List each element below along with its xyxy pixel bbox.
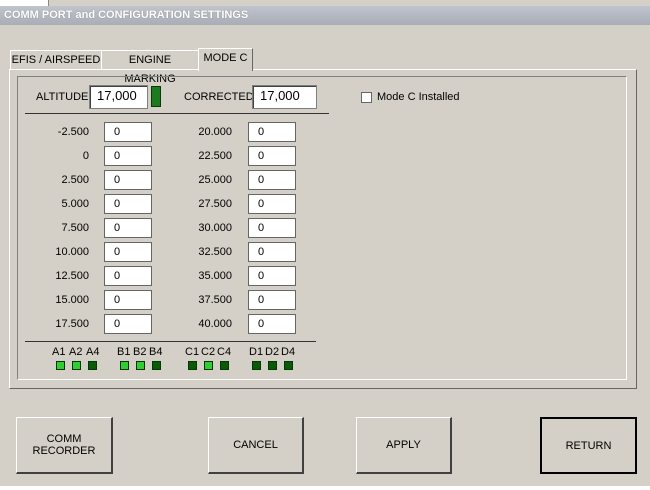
bit-led [88, 361, 97, 370]
bit-label: B2 [133, 346, 147, 358]
altitude-offset-input[interactable]: 0 [248, 170, 296, 190]
divider-top [25, 113, 329, 114]
mode-c-installed-label: Mode C Installed [377, 91, 460, 103]
altitude-offset-input[interactable]: 0 [248, 290, 296, 310]
window-title: COMM PORT and CONFIGURATION SETTINGS [4, 9, 249, 21]
row-label: 37.500 [198, 294, 232, 306]
tab-mode-c[interactable]: MODE C [198, 48, 253, 71]
bit-label: A4 [86, 346, 100, 358]
bit-led [220, 361, 229, 370]
row-label: 35.000 [198, 270, 232, 282]
altitude-offset-input[interactable]: 0 [248, 242, 296, 262]
bit-led [268, 361, 277, 370]
bit-label: A1 [52, 346, 66, 358]
altitude-offset-input[interactable]: 0 [104, 242, 152, 262]
row-label: 12.500 [55, 270, 89, 282]
altitude-offset-input[interactable]: 0 [248, 122, 296, 142]
bit-label: D2 [265, 346, 280, 358]
row-label: 2.500 [61, 174, 89, 186]
bit-label: C1 [185, 346, 200, 358]
tab-engine-marking[interactable]: ENGINE MARKING [101, 50, 199, 85]
altitude-offset-input[interactable]: 0 [104, 122, 152, 142]
row-label: 22.500 [198, 150, 232, 162]
cancel-button[interactable]: CANCEL [208, 417, 304, 474]
bit-label: C2 [201, 346, 216, 358]
row-label: 30.000 [198, 222, 232, 234]
tab-label: MODE C [203, 52, 248, 64]
altitude-offset-input[interactable]: 0 [104, 314, 152, 334]
bit-label: D1 [249, 346, 264, 358]
row-label: 20.000 [198, 126, 232, 138]
bit-led [72, 361, 81, 370]
bit-label: A2 [69, 346, 83, 358]
config-window: COMM PORT and CONFIGURATION SETTINGS EFI… [0, 0, 650, 490]
tab-efis-airspeed[interactable]: EFIS / AIRSPEED [10, 50, 102, 70]
altitude-offset-input[interactable]: 0 [104, 218, 152, 238]
row-label: 15.000 [55, 294, 89, 306]
bit-label: D4 [281, 346, 296, 358]
bit-led [56, 361, 65, 370]
corrected-label: CORRECTED [184, 91, 254, 103]
bottom-edge [0, 486, 650, 490]
corrected-field[interactable]: 17,000 [252, 85, 317, 109]
bit-led [204, 361, 213, 370]
altitude-offset-input[interactable]: 0 [104, 170, 152, 190]
bit-led [252, 361, 261, 370]
bit-led [120, 361, 129, 370]
row-label: 0 [82, 150, 89, 162]
row-label: 10.000 [55, 246, 89, 258]
row-label: 32.500 [198, 246, 232, 258]
row-label: 25.000 [198, 174, 232, 186]
altitude-offset-input[interactable]: 0 [248, 266, 296, 286]
altitude-offset-input[interactable]: 0 [104, 194, 152, 214]
row-label: -2.500 [57, 126, 89, 138]
title-bar: COMM PORT and CONFIGURATION SETTINGS [0, 6, 650, 25]
apply-button[interactable]: APPLY [356, 417, 452, 474]
bit-led [136, 361, 145, 370]
row-label: 40.000 [198, 318, 232, 330]
comm-recorder-button[interactable]: COMM RECORDER [16, 417, 113, 474]
altitude-offset-input[interactable]: 0 [104, 146, 152, 166]
bit-led [152, 361, 161, 370]
altitude-offset-input[interactable]: 0 [104, 266, 152, 286]
tab-label: EFIS / AIRSPEED [11, 54, 101, 66]
divider-bottom [25, 341, 316, 342]
row-label: 27.500 [198, 198, 232, 210]
altitude-offset-input[interactable]: 0 [248, 314, 296, 334]
row-label: 17.500 [55, 318, 89, 330]
row-label: 5.000 [61, 198, 89, 210]
altitude-offset-input[interactable]: 0 [248, 218, 296, 238]
altitude-indicator [151, 86, 161, 107]
altitude-offset-input[interactable]: 0 [248, 194, 296, 214]
row-label: 7.500 [61, 222, 89, 234]
altitude-offset-input[interactable]: 0 [248, 146, 296, 166]
mode-c-installed-checkbox[interactable] [361, 92, 372, 103]
bit-led [284, 361, 293, 370]
bit-label: B4 [149, 346, 163, 358]
bit-label: C4 [217, 346, 232, 358]
bit-label: B1 [117, 346, 131, 358]
bit-led [188, 361, 197, 370]
altitude-field[interactable]: 17,000 [89, 85, 148, 109]
altitude-offset-input[interactable]: 0 [104, 290, 152, 310]
altitude-label: ALTITUDE [36, 91, 89, 103]
return-button[interactable]: RETURN [540, 417, 637, 474]
